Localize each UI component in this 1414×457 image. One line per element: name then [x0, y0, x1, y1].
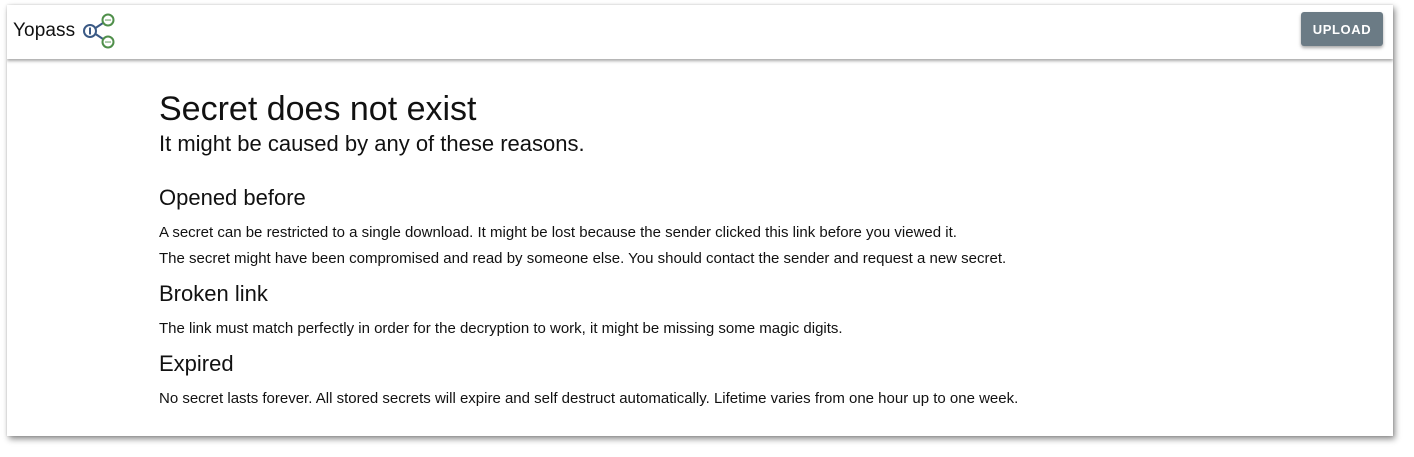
section-text-opened-before-2: The secret might have been compromised a… [159, 250, 1007, 267]
section-text-broken-link: The link must match perfectly in order f… [159, 320, 843, 337]
section-heading-opened-before: Opened before [159, 185, 306, 210]
page-title: Secret does not exist [159, 90, 477, 128]
brand-link[interactable]: Yopass [13, 11, 117, 51]
brand-name: Yopass [13, 20, 76, 41]
section-heading-broken-link: Broken link [159, 281, 268, 306]
upload-button[interactable]: UPLOAD [1301, 12, 1383, 46]
app-bar: Yopass UPLOAD [7, 5, 1393, 59]
main-content: Secret does not exist It might be caused… [159, 89, 1259, 412]
section-heading-expired: Expired [159, 351, 234, 376]
app-window: Yopass UPLOAD Secret does not exist It m… [7, 5, 1393, 436]
share-nodes-icon [81, 12, 117, 50]
section-text-opened-before-1: A secret can be restricted to a single d… [159, 224, 957, 241]
section-text-expired: No secret lasts forever. All stored secr… [159, 390, 1019, 407]
page-subtitle: It might be caused by any of these reaso… [159, 131, 585, 156]
